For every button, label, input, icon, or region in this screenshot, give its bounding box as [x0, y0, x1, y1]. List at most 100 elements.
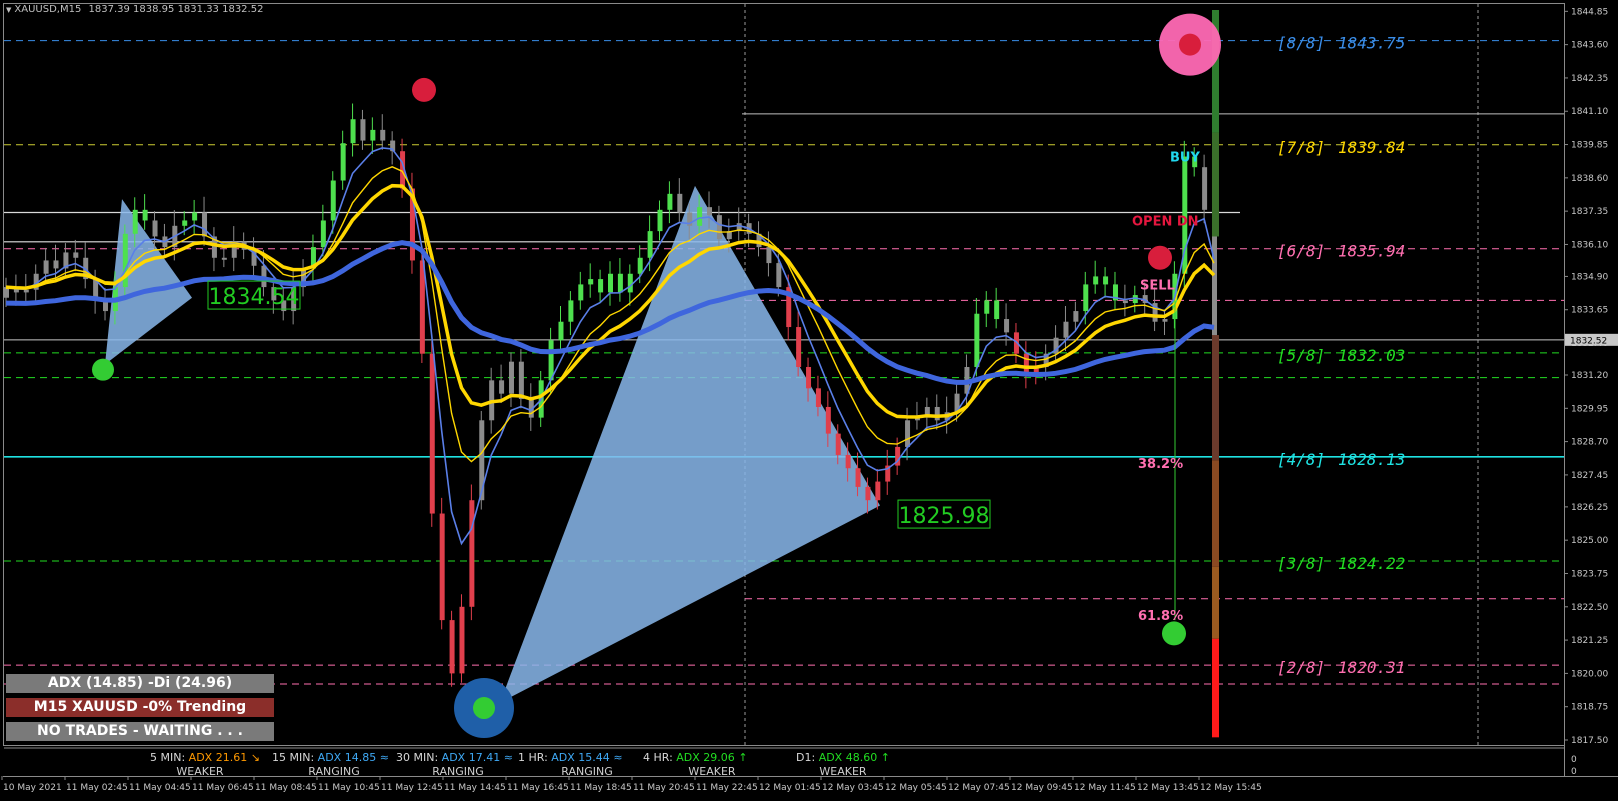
sell-signal-dot	[412, 77, 436, 102]
timeframe-adx: ADX 21.61	[188, 751, 248, 764]
time-axis: 10 May 2021 11 May 02:45 11 May 04:45 11 Ma…	[1, 776, 1262, 793]
signal-label: SELL	[1140, 278, 1175, 293]
candle-body	[1162, 319, 1168, 322]
candle-body	[806, 367, 812, 389]
time-tick-label: 10 May 2021	[3, 783, 62, 793]
time-tick-label: 12 May 01:45	[759, 783, 821, 793]
collapse-triangle-icon[interactable]: ▼	[6, 6, 11, 14]
timeframe-adx: ADX 14.85	[317, 751, 377, 764]
price-tick-label: 1826.25	[1571, 503, 1608, 513]
fib-label: 61.8%	[1138, 609, 1183, 624]
candle-body	[637, 257, 643, 274]
timeframe-name: 30 MIN:	[396, 751, 439, 764]
timeframe-state: RANGING	[432, 765, 484, 778]
price-tick-label: 1839.85	[1571, 141, 1608, 151]
strength-bar-segment	[1212, 335, 1219, 461]
candle-body	[716, 215, 722, 240]
candle-body	[578, 284, 584, 301]
candle-body	[1004, 319, 1010, 333]
time-tick-label: 11 May 08:45	[255, 783, 317, 793]
murrey-level-label: [5/8]	[1277, 346, 1325, 365]
candle-body	[766, 247, 772, 264]
timeframe-15min: 15 MIN: ADX 14.85 ≈ RANGING	[272, 751, 392, 778]
price-tick-label: 1822.50	[1571, 603, 1608, 613]
candle-body	[221, 257, 227, 260]
zigzag-triangle	[500, 185, 880, 703]
candle-body	[459, 606, 465, 674]
indicator-tick-label: 0	[1571, 755, 1577, 765]
candle-body	[142, 209, 148, 221]
strength-bar	[1212, 10, 1219, 738]
candle-body	[855, 468, 861, 487]
candle-body	[875, 481, 881, 501]
time-tick-label: 12 May 11:45	[1074, 783, 1136, 793]
price-tick-label: 1821.25	[1571, 636, 1608, 646]
zigzag-triangles	[105, 185, 880, 703]
candle-body	[1103, 276, 1109, 285]
candle-body	[330, 180, 336, 221]
buy-signal-dot	[92, 358, 114, 381]
murrey-level-label: [8/8]	[1277, 34, 1325, 53]
murrey-level-label: [7/8]	[1277, 138, 1325, 157]
price-tick-label: 1829.95	[1571, 404, 1608, 414]
price-tick-label: 1818.75	[1571, 703, 1608, 713]
strength-bar-segment	[1212, 460, 1219, 567]
timeframe-adx: ADX 29.06	[676, 751, 735, 764]
candle-body	[865, 486, 871, 501]
status-panel: NO TRADES - WAITING . . .	[6, 722, 274, 741]
current-price-label: 1832.52	[1570, 336, 1607, 346]
price-tick-label: 1837.35	[1571, 207, 1608, 217]
time-tick-label: 11 May 12:45	[381, 783, 443, 793]
candle-body	[815, 388, 821, 407]
time-tick-label: 11 May 04:45	[129, 783, 191, 793]
candle-body	[984, 300, 990, 314]
buy-signal-dot	[473, 697, 495, 720]
adx-panel: ADX (14.85) -Di (24.96)	[6, 674, 274, 693]
murrey-level-label: [2/8]	[1277, 658, 1325, 677]
murrey-level-value: 1828.13	[1338, 450, 1405, 469]
timeframe-adx: ADX 17.41	[441, 751, 501, 764]
timeframe-name: 4 HR:	[643, 751, 673, 764]
candle-body	[835, 433, 841, 455]
murrey-level-value: 1835.94	[1338, 242, 1405, 261]
candle-body	[132, 209, 138, 234]
candle-body	[508, 361, 514, 394]
candle-body	[1083, 284, 1089, 312]
time-tick-label: 12 May 03:45	[822, 783, 884, 793]
time-tick-label: 11 May 06:45	[192, 783, 254, 793]
wave-icon: ≈	[379, 751, 389, 764]
murrey-level-value: 1820.31	[1338, 658, 1405, 677]
candle-body	[1122, 300, 1128, 304]
timeframe-adx: ADX 15.44	[551, 751, 610, 764]
candle-body	[647, 231, 653, 258]
candle-body	[429, 353, 435, 514]
candle-body	[568, 300, 574, 322]
time-tick-label: 12 May 09:45	[1011, 783, 1073, 793]
candle-body	[1093, 276, 1099, 285]
candle-body	[360, 119, 366, 141]
candle-body	[499, 380, 505, 394]
timeframe-state: RANGING	[308, 765, 360, 778]
timeframe-state: WEAKER	[176, 765, 224, 778]
timeframe-d1: D1: ADX 48.60 ↑ WEAKER	[796, 751, 906, 778]
timeframe-name: 5 MIN:	[150, 751, 186, 764]
strength-bar-segment	[1212, 566, 1219, 639]
candle-body	[796, 327, 802, 368]
arrow-up-icon: ↑	[880, 751, 890, 764]
strength-bar-segment	[1212, 132, 1219, 237]
candle-body	[697, 207, 703, 226]
price-tick-label: 1844.85	[1571, 7, 1608, 17]
murrey-level-value: 1832.03	[1338, 346, 1405, 365]
murrey-level-label: [6/8]	[1277, 242, 1325, 261]
wave-icon: ≈	[613, 751, 623, 764]
timeframe-name: 15 MIN:	[272, 751, 315, 764]
timeframe-5min: 5 MIN: ADX 21.61 ↘ WEAKER	[150, 751, 270, 778]
candle-body	[469, 500, 475, 607]
time-tick-label: 12 May 07:45	[948, 783, 1010, 793]
candle-body	[845, 454, 851, 469]
time-tick-label: 12 May 15:45	[1200, 783, 1262, 793]
candle-body	[1063, 321, 1069, 338]
candle-body	[627, 273, 633, 293]
price-annotation-text: 1834.54	[209, 285, 300, 310]
candle-body	[152, 220, 158, 237]
